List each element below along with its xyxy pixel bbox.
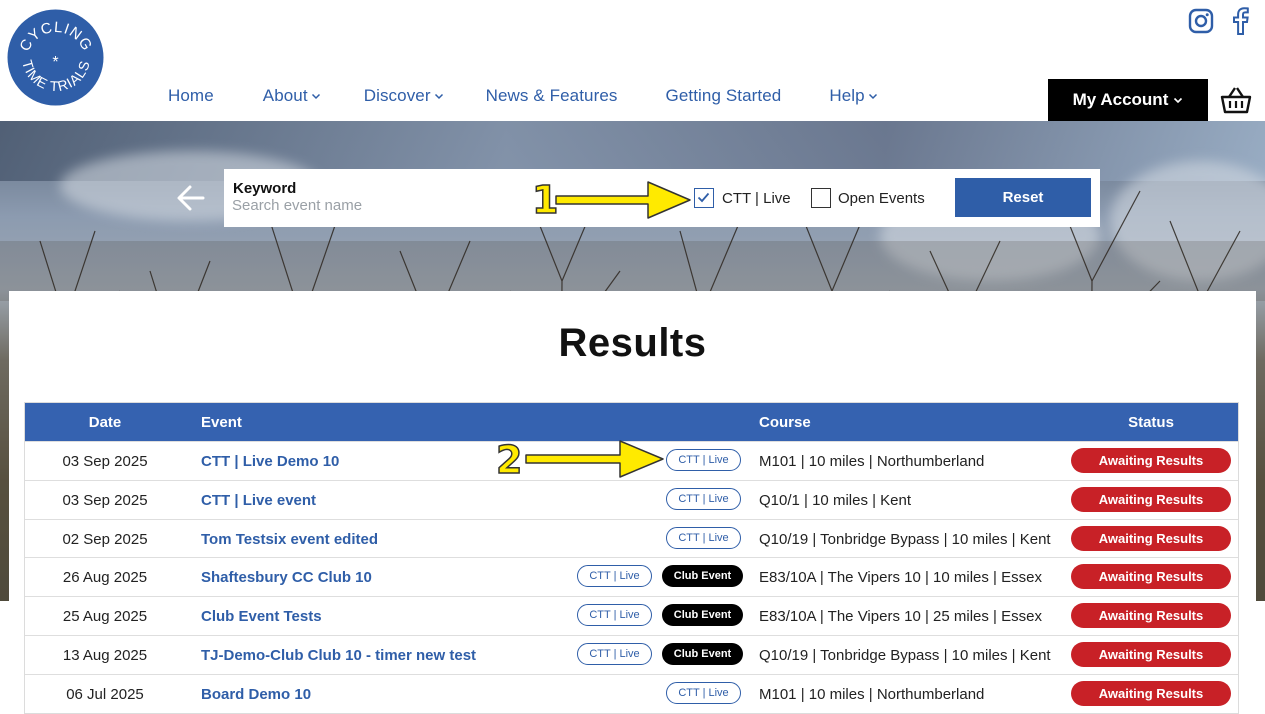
- results-card: Results Date Event Course Status 03 Sep …: [9, 291, 1256, 714]
- ctt-live-tag: CTT | Live: [666, 487, 741, 510]
- event-course: Q10/19 | Tonbridge Bypass | 10 miles | K…: [759, 530, 1051, 548]
- ctt-live-label: CTT | Live: [722, 190, 791, 207]
- ctt-live-tag: CTT | Live: [666, 526, 741, 549]
- table-row[interactable]: 03 Sep 2025 CTT | Live event CTT | Live …: [25, 479, 1238, 519]
- club-event-tag: Club Event: [662, 565, 743, 588]
- nav-help[interactable]: Help: [829, 86, 877, 106]
- status-badge: Awaiting Results: [1071, 448, 1231, 473]
- event-link[interactable]: Club Event Tests: [201, 608, 322, 625]
- event-course: Q10/19 | Tonbridge Bypass | 10 miles | K…: [759, 646, 1051, 664]
- ctt-live-tag: CTT | Live: [666, 681, 741, 704]
- event-course: E83/10A | The Vipers 10 | 25 miles | Ess…: [759, 608, 1042, 626]
- table-row[interactable]: 26 Aug 2025 Shaftesbury CC Club 10 CTT |…: [25, 557, 1238, 596]
- nav-home[interactable]: Home: [168, 86, 214, 106]
- social-links: [1187, 6, 1255, 36]
- event-course: E83/10A | The Vipers 10 | 10 miles | Ess…: [759, 569, 1042, 587]
- facebook-icon[interactable]: [1227, 6, 1255, 36]
- ctt-live-tag: CTT | Live: [577, 642, 652, 665]
- column-header-status: Status: [1128, 414, 1174, 431]
- nav-about-label: About: [262, 86, 308, 105]
- event-link[interactable]: Shaftesbury CC Club 10: [201, 569, 372, 586]
- my-account-label: My Account: [1072, 90, 1169, 109]
- keyword-label: Keyword: [233, 180, 297, 197]
- nav-news-features[interactable]: News & Features: [486, 86, 618, 106]
- ctt-live-tag: CTT | Live: [577, 604, 652, 627]
- open-events-label: Open Events: [838, 190, 925, 207]
- annotation-arrow-2: [525, 440, 664, 478]
- status-badge: Awaiting Results: [1071, 564, 1231, 590]
- cycling-time-trials-logo[interactable]: CYCLING TIME TRIALS *: [7, 9, 104, 106]
- event-course: M101 | 10 miles | Northumberland: [759, 453, 985, 470]
- back-arrow-icon[interactable]: [176, 184, 206, 212]
- event-link[interactable]: TJ-Demo-Club Club 10 - timer new test: [201, 647, 476, 664]
- nav-news-features-label: News & Features: [485, 86, 618, 105]
- chevron-down-icon: [868, 93, 877, 100]
- status-badge: Awaiting Results: [1071, 603, 1231, 629]
- status-badge: Awaiting Results: [1071, 525, 1231, 551]
- chevron-down-icon: [1174, 97, 1183, 104]
- table-row[interactable]: 25 Aug 2025 Club Event Tests CTT | Live …: [25, 596, 1238, 635]
- open-events-checkbox[interactable]: [811, 188, 831, 208]
- event-date: 25 Aug 2025: [62, 608, 148, 626]
- event-link[interactable]: CTT | Live event: [201, 492, 316, 509]
- nav-getting-started-label: Getting Started: [665, 86, 782, 105]
- column-header-event: Event: [201, 414, 242, 431]
- keyword-search-input[interactable]: [232, 197, 482, 214]
- ctt-live-tag: CTT | Live: [577, 565, 652, 588]
- chevron-down-icon: [434, 93, 443, 100]
- nav-about[interactable]: About: [263, 86, 321, 106]
- nav-getting-started[interactable]: Getting Started: [666, 86, 782, 106]
- status-badge: Awaiting Results: [1071, 486, 1231, 512]
- nav-help-label: Help: [829, 86, 865, 105]
- club-event-tag: Club Event: [662, 642, 743, 665]
- basket-icon[interactable]: [1220, 86, 1252, 114]
- annotation-number-2: 2: [495, 438, 523, 482]
- my-account-button[interactable]: My Account: [1048, 79, 1208, 121]
- event-link[interactable]: CTT | Live Demo 10: [201, 453, 339, 470]
- nav-home-label: Home: [168, 86, 214, 105]
- club-event-tag: Club Event: [662, 604, 743, 627]
- site-header: CYCLING TIME TRIALS * Home About Discove…: [0, 0, 1265, 121]
- column-header-course: Course: [759, 414, 811, 431]
- event-course: Q10/1 | 10 miles | Kent: [759, 491, 912, 509]
- event-link[interactable]: Tom Testsix event edited: [201, 531, 378, 548]
- status-badge: Awaiting Results: [1071, 641, 1231, 667]
- event-date: 02 Sep 2025: [62, 530, 148, 548]
- chevron-down-icon: [311, 93, 320, 100]
- reset-button[interactable]: Reset: [955, 178, 1091, 217]
- ctt-live-checkbox[interactable]: [694, 188, 714, 208]
- instagram-icon[interactable]: [1187, 6, 1215, 36]
- status-badge: Awaiting Results: [1071, 680, 1231, 706]
- table-row[interactable]: 06 Jul 2025 Board Demo 10 CTT | Live M10…: [25, 673, 1238, 713]
- nav-discover-label: Discover: [363, 86, 431, 105]
- column-header-date: Date: [88, 414, 122, 431]
- event-date: 03 Sep 2025: [62, 491, 148, 509]
- event-date: 06 Jul 2025: [66, 685, 144, 703]
- nav-discover[interactable]: Discover: [364, 86, 444, 106]
- page-title: Results: [558, 321, 707, 365]
- ctt-live-tag: CTT | Live: [666, 449, 741, 471]
- main-nav: Home About Discover News & Features Gett…: [168, 86, 878, 106]
- checkmark-icon: [697, 192, 710, 203]
- table-row[interactable]: 02 Sep 2025 Tom Testsix event edited CTT…: [25, 518, 1238, 558]
- table-row[interactable]: 13 Aug 2025 TJ-Demo-Club Club 10 - timer…: [25, 634, 1238, 674]
- event-link[interactable]: Board Demo 10: [201, 686, 311, 703]
- event-date: 26 Aug 2025: [62, 569, 148, 587]
- annotation-arrow-1: [555, 181, 691, 219]
- event-date: 03 Sep 2025: [62, 453, 148, 470]
- event-course: M101 | 10 miles | Northumberland: [759, 685, 985, 703]
- event-date: 13 Aug 2025: [62, 646, 148, 664]
- svg-text:*: *: [52, 54, 58, 71]
